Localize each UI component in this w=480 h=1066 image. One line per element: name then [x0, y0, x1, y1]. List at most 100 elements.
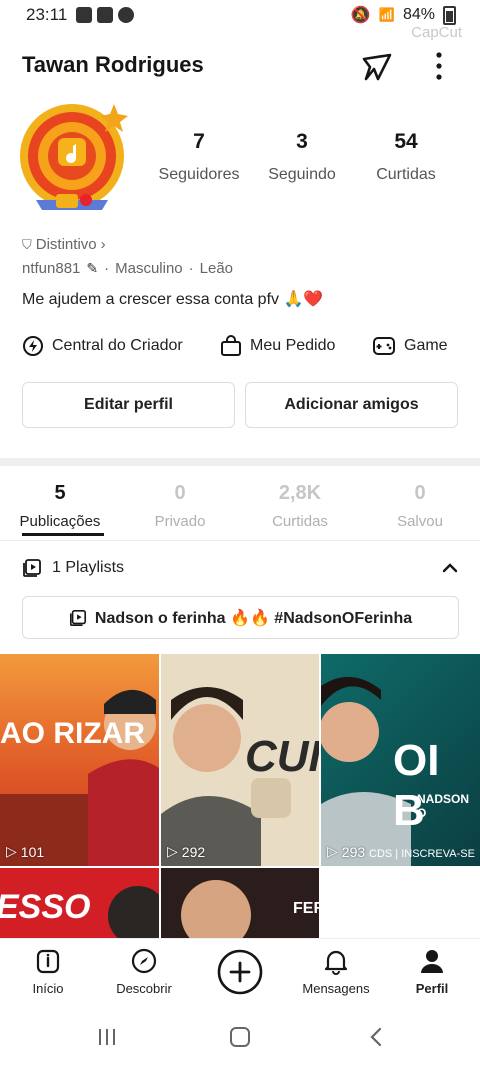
view-count: ▷ 293 — [327, 843, 366, 860]
playlist-item[interactable]: Nadson o ferinha 🔥🔥 #NadsonOFerinha — [22, 596, 459, 639]
clock: 23:11 — [26, 5, 68, 24]
saved-count: 0 — [414, 482, 426, 504]
video-subtitle: NADSON O — [417, 792, 470, 820]
video-thumbnail-art — [0, 689, 159, 866]
tabs-separator — [0, 540, 480, 541]
nav-home[interactable]: Início — [0, 947, 96, 996]
avatar[interactable] — [18, 98, 134, 216]
recent-apps-icon[interactable] — [96, 1026, 118, 1048]
profile-icon — [421, 950, 443, 973]
play-icon: ▷ — [167, 843, 178, 859]
video-overlay-text: OI B — [393, 736, 440, 835]
video-thumbnail[interactable]: AO RIZAR ▷ 101 — [0, 654, 159, 866]
video-caption: CDS | INSCREVA-SE — [369, 848, 475, 860]
tab-saved[interactable]: 0 Salvou — [361, 482, 479, 530]
followers-count: 7 — [193, 130, 205, 153]
more-options-icon[interactable] — [428, 50, 450, 82]
posts-label: Publicações — [19, 513, 101, 530]
liked-count: 2,8K — [278, 482, 322, 504]
back-icon[interactable] — [366, 1026, 386, 1048]
video-thumbnail[interactable]: CUID ▷292 — [161, 654, 319, 866]
video-overlay-text: FER — [293, 900, 319, 917]
following-stat[interactable]: 3 Seguindo — [247, 130, 357, 184]
edit-icon[interactable]: ✎ — [86, 260, 98, 277]
private-count: 0 — [174, 482, 186, 504]
following-count: 3 — [296, 130, 308, 153]
view-count: ▷ 101 — [6, 843, 45, 860]
home-button-icon[interactable] — [229, 1026, 251, 1048]
active-tab-indicator — [22, 533, 104, 536]
badge-icon: ⛉ — [22, 236, 32, 252]
nav-messages[interactable]: Mensagens — [288, 947, 384, 996]
creator-center-link[interactable]: Central do Criador — [22, 332, 183, 360]
my-order-label: Meu Pedido — [250, 337, 336, 354]
shopping-bag-icon — [221, 335, 241, 356]
video-thumbnail[interactable]: FER — [161, 868, 319, 940]
game-link[interactable]: Game — [372, 332, 448, 360]
system-navigation-bar — [0, 1010, 480, 1066]
video-thumbnail-art — [181, 880, 251, 940]
share-icon[interactable] — [360, 49, 396, 83]
video-thumbnail[interactable]: OI B NADSON O CDS | INSCREVA-SE ▷ 293 — [321, 654, 480, 866]
create-button[interactable] — [192, 949, 288, 995]
notification-icons — [76, 7, 134, 23]
bell-icon — [324, 950, 348, 975]
tab-likes[interactable]: 2,8K Curtidas — [241, 482, 359, 530]
badge-label: Distintivo — [35, 236, 97, 253]
add-friends-button[interactable]: Adicionar amigos — [245, 382, 458, 428]
likes-count: 54 — [394, 130, 418, 153]
home-icon — [36, 949, 60, 974]
battery-level: 84% — [402, 6, 435, 23]
gamepad-icon — [373, 337, 395, 355]
tab-private[interactable]: 0 Privado — [121, 482, 239, 530]
profile-name: Tawan Rodrigues — [22, 52, 204, 77]
plus-icon — [217, 949, 263, 995]
video-thumbnail[interactable]: ESSO — [0, 868, 159, 940]
system-status: 🔕 📶 84% — [351, 5, 456, 25]
posts-count: 5 — [54, 482, 66, 504]
playlist-icon — [69, 609, 86, 626]
nav-profile[interactable]: Perfil — [384, 947, 480, 996]
wifi-icon: 📶 — [378, 7, 395, 22]
nav-messages-label: Mensagens — [302, 981, 370, 996]
nav-home-label: Início — [32, 981, 64, 996]
video-overlay-text: ESSO — [0, 888, 91, 926]
nav-discover[interactable]: Descobrir — [96, 947, 192, 996]
chevron-up-icon[interactable] — [440, 560, 460, 576]
playlists-header[interactable]: 1 Playlists — [22, 558, 124, 578]
edit-profile-button[interactable]: Editar perfil — [22, 382, 235, 428]
section-divider — [0, 458, 480, 466]
followers-stat[interactable]: 7 Seguidores — [144, 130, 254, 184]
separator-dot: · — [188, 260, 194, 277]
private-label: Privado — [154, 513, 206, 530]
badge-link[interactable]: ⛉ Distintivo › — [22, 236, 106, 253]
video-overlay-text: CUID — [245, 732, 319, 781]
profile-meta: ntfun881 ✎ · Masculino · Leão — [22, 260, 233, 277]
compass-icon — [131, 948, 157, 974]
my-order-link[interactable]: Meu Pedido — [220, 332, 335, 360]
saved-label: Salvou — [397, 513, 443, 530]
lightning-icon — [23, 336, 43, 356]
video-overlay-text: AO RIZAR — [0, 717, 145, 750]
zodiac-sign: Leão — [199, 260, 234, 277]
nav-profile-label: Perfil — [415, 981, 449, 996]
followers-label: Seguidores — [158, 166, 240, 183]
playlist-icon — [23, 559, 41, 577]
bio: Me ajudem a crescer essa conta pfv 🙏❤️ — [22, 291, 324, 308]
whatsapp-icon — [118, 7, 134, 23]
bottom-navigation: Início Descobrir Mensagens Perfil — [0, 938, 480, 1011]
playlist-title: Nadson o ferinha 🔥🔥 #NadsonOFerinha — [94, 609, 413, 627]
liked-label: Curtidas — [272, 513, 328, 530]
gallery-icon — [97, 7, 113, 23]
battery-icon — [443, 5, 456, 25]
likes-label: Curtidas — [376, 166, 436, 183]
watermark: CapCut — [411, 24, 462, 41]
view-count: ▷ 292 — [167, 843, 206, 860]
creator-center-label: Central do Criador — [52, 337, 183, 354]
gender: Masculino — [115, 260, 183, 277]
status-bar: 23:11 🔕 📶 84% CapCut — [0, 0, 480, 41]
likes-stat[interactable]: 54 Curtidas — [351, 130, 461, 184]
video-thumbnail-art — [108, 886, 159, 940]
tab-posts[interactable]: 5 Publicações — [1, 482, 119, 530]
youtube-icon — [76, 7, 92, 23]
